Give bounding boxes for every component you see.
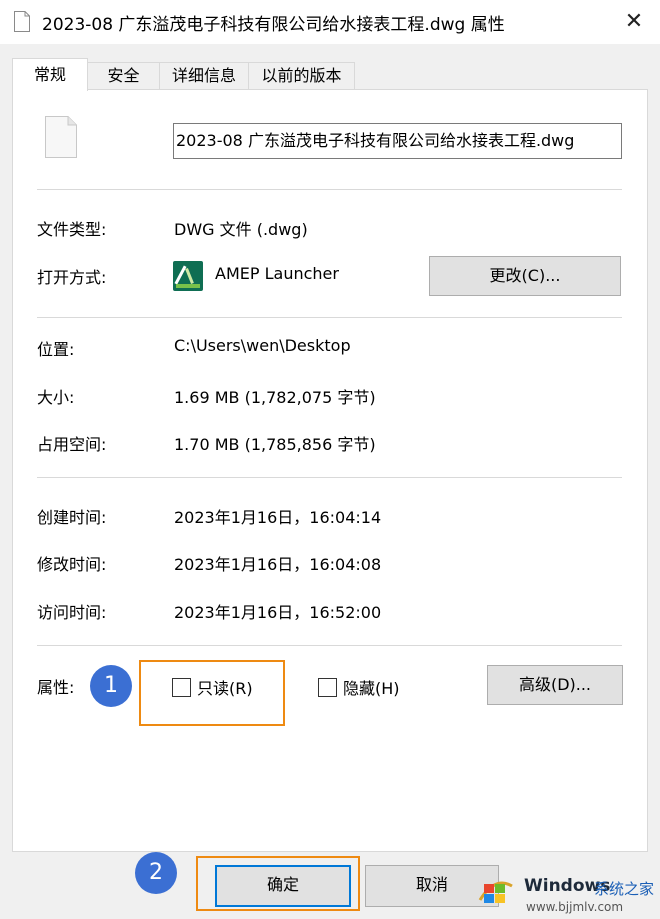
open-with-label: 打开方式:	[37, 268, 107, 287]
disk-size-value: 1.70 MB (1,785,856 字节)	[174, 435, 376, 454]
modified-label: 修改时间:	[37, 555, 107, 574]
divider	[37, 189, 622, 190]
open-with-value: AMEP Launcher	[215, 264, 339, 283]
created-label: 创建时间:	[37, 508, 107, 527]
file-type-value: DWG 文件 (.dwg)	[174, 220, 308, 239]
tab-previous-versions[interactable]: 以前的版本	[248, 62, 355, 90]
modified-value: 2023年1月16日，16:04:08	[174, 555, 382, 574]
file-icon	[14, 11, 30, 32]
divider	[37, 645, 622, 646]
windows-logo-icon	[478, 881, 513, 903]
size-value: 1.69 MB (1,782,075 字节)	[174, 388, 376, 407]
advanced-button[interactable]: 高级(D)...	[487, 665, 623, 705]
general-panel: 2023-08 广东溢茂电子科技有限公司给水接表工程.dwg 文件类型: DWG…	[12, 89, 648, 852]
accessed-value: 2023年1月16日，16:52:00	[174, 603, 382, 622]
close-icon[interactable]: ✕	[614, 6, 654, 38]
watermark-site-name: 系统之家	[594, 880, 655, 898]
location-value: C:\Users\wen\Desktop	[174, 336, 351, 355]
title-bar: 2023-08 广东溢茂电子科技有限公司给水接表工程.dwg 属性 ✕	[0, 0, 660, 44]
file-type-label: 文件类型:	[37, 220, 107, 239]
tab-general[interactable]: 常规	[12, 58, 88, 91]
site-watermark: Windows 系统之家 www.bjjmlv.com	[468, 866, 660, 919]
created-value: 2023年1月16日，16:04:14	[174, 508, 382, 527]
location-label: 位置:	[37, 340, 75, 359]
file-name-field[interactable]: 2023-08 广东溢茂电子科技有限公司给水接表工程.dwg	[173, 123, 622, 159]
size-label: 大小:	[37, 388, 75, 407]
document-icon	[45, 116, 77, 158]
hidden-checkbox-label[interactable]: 隐藏(H)	[343, 675, 400, 699]
disk-size-label: 占用空间:	[37, 435, 107, 454]
accessed-label: 访问时间:	[37, 603, 107, 622]
tab-security[interactable]: 安全	[87, 62, 160, 90]
attributes-label: 属性:	[37, 678, 75, 697]
readonly-highlight-box	[139, 660, 285, 726]
step-1-marker: 1	[90, 665, 132, 707]
ok-highlight-box	[196, 856, 360, 911]
window-title: 2023-08 广东溢茂电子科技有限公司给水接表工程.dwg 属性	[42, 15, 505, 35]
step-2-marker: 2	[135, 852, 177, 894]
hidden-checkbox[interactable]: 隐藏(H)	[318, 675, 400, 699]
amep-launcher-icon	[173, 261, 203, 291]
tab-details[interactable]: 详细信息	[159, 62, 249, 90]
divider	[37, 317, 622, 318]
divider	[37, 477, 622, 478]
hidden-checkbox-box[interactable]	[318, 677, 337, 697]
change-button[interactable]: 更改(C)...	[429, 256, 621, 296]
watermark-url: www.bjjmlv.com	[526, 900, 624, 914]
